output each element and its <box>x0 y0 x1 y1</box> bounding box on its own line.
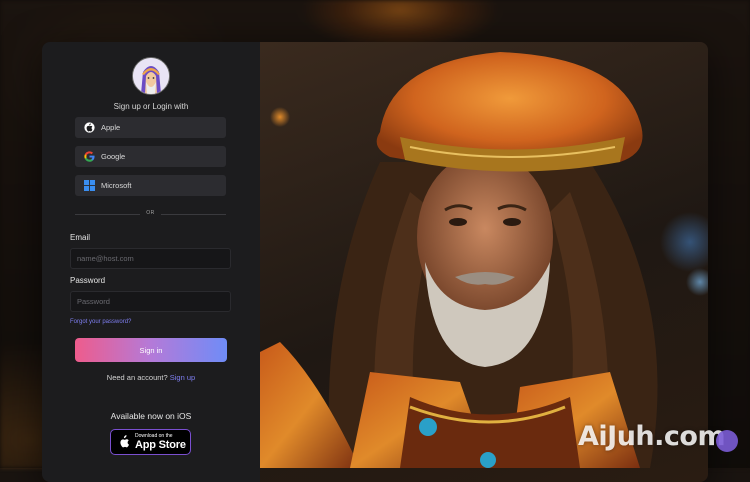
or-divider: OR <box>75 210 226 216</box>
password-field[interactable] <box>70 291 231 312</box>
ios-availability-text: Available now on iOS <box>110 411 192 421</box>
apple-login-button[interactable]: Apple <box>75 117 226 138</box>
portrait-illustration <box>260 52 658 468</box>
password-label: Password <box>70 276 106 285</box>
google-login-label: Google <box>101 152 126 161</box>
google-icon <box>84 151 95 162</box>
forgot-password-link[interactable]: Forgot your password? <box>70 319 131 325</box>
login-heading: Sign up or Login with <box>113 102 189 111</box>
microsoft-login-button[interactable]: Microsoft <box>75 175 226 196</box>
sign-up-link[interactable]: Sign up <box>170 373 195 382</box>
or-label: OR <box>146 210 155 216</box>
apple-logo-icon <box>120 435 130 448</box>
watermark-badge-icon <box>716 430 738 452</box>
email-label: Email <box>70 233 91 242</box>
hero-portrait-image <box>260 42 708 482</box>
account-prompt-text: Need an account? <box>106 373 168 382</box>
login-card: Sign up or Login with Apple Google Micro… <box>42 42 708 482</box>
google-login-button[interactable]: Google <box>75 146 226 167</box>
microsoft-icon <box>84 180 95 191</box>
account-prompt: Need an account? Sign up <box>42 373 260 382</box>
apple-login-label: Apple <box>101 123 121 132</box>
email-field[interactable] <box>70 248 231 269</box>
watermark-text: AiJuh.com <box>578 421 726 452</box>
microsoft-login-label: Microsoft <box>101 181 132 190</box>
login-panel: Sign up or Login with Apple Google Micro… <box>42 42 260 482</box>
app-store-small-text: Download on the <box>135 432 173 439</box>
logo-avatar <box>132 57 170 95</box>
app-store-big-text: App Store <box>135 438 186 451</box>
app-store-badge[interactable]: Download on the App Store <box>110 429 191 455</box>
apple-icon <box>84 122 95 133</box>
sign-in-button[interactable]: Sign in <box>75 338 227 362</box>
